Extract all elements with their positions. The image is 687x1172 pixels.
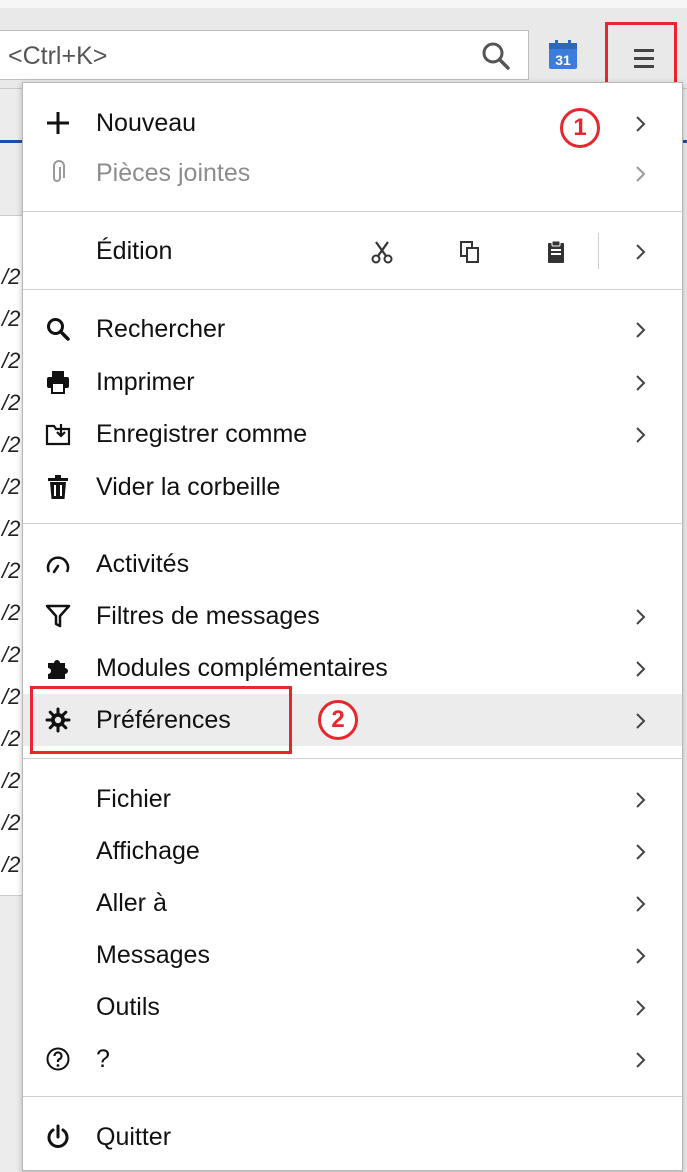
date-fragment: /2 [2, 306, 21, 331]
edit-divider [598, 233, 599, 269]
chevron-right-icon [636, 792, 646, 808]
menu-item-label: ? [96, 1045, 110, 1073]
power-icon [47, 1124, 69, 1148]
date-fragment: /2 [2, 684, 21, 709]
menu-separator [23, 1096, 682, 1097]
tab-indicator-line [0, 140, 22, 143]
date-fragment: /2 [2, 516, 21, 541]
save-as-icon [45, 424, 71, 446]
menu-item-label: Messages [96, 941, 210, 969]
cut-icon[interactable] [369, 239, 395, 265]
chevron-right-icon [636, 713, 646, 729]
menu-item-view[interactable]: Affichage [23, 825, 682, 877]
menu-item-save-as[interactable]: Enregistrer comme [23, 408, 682, 460]
menu-separator [23, 758, 682, 759]
paste-icon[interactable] [543, 239, 569, 265]
plus-icon [47, 112, 69, 134]
menu-item-file[interactable]: Fichier [23, 773, 682, 825]
trash-icon [48, 475, 68, 499]
menu-item-label: Rechercher [96, 315, 226, 343]
copy-icon[interactable] [457, 239, 483, 265]
chevron-right-icon [636, 844, 646, 860]
chevron-right-icon [636, 896, 646, 912]
menu-item-label: Pièces jointes [96, 159, 251, 187]
chevron-right-icon [636, 116, 646, 132]
menu-item-print[interactable]: Imprimer [23, 356, 682, 408]
calendar-day: 31 [555, 52, 571, 68]
menu-item-label: Préférences [96, 706, 231, 734]
folder-pane-fragment [0, 895, 22, 1172]
search-icon[interactable] [480, 40, 512, 72]
calendar-icon[interactable]: 31 [546, 38, 580, 72]
menu-item-go[interactable]: Aller à [23, 877, 682, 929]
menu-item-label: Fichier [96, 785, 172, 813]
menu-item-label: Imprimer [96, 368, 195, 396]
menu-item-label: Enregistrer comme [96, 420, 308, 448]
chevron-right-icon [636, 661, 646, 677]
help-circle-icon [46, 1047, 70, 1071]
date-fragment: /2 [2, 390, 21, 415]
chevron-right-icon [636, 1000, 646, 1016]
menu-item-label: Activités [96, 550, 190, 578]
menu-item-search[interactable]: Rechercher [23, 303, 682, 355]
menu-item-label: Aller à [96, 889, 167, 917]
menu-item-message-filters[interactable]: Filtres de messages [23, 590, 682, 642]
menu-item-empty-trash[interactable]: Vider la corbeille [23, 461, 682, 513]
chevron-right-icon [636, 166, 646, 182]
menu-separator [23, 211, 682, 212]
puzzle-piece-icon [48, 660, 68, 679]
date-fragment: /2 [2, 474, 21, 499]
menu-item-activities[interactable]: Activités [23, 538, 682, 590]
toolbar: 31 [0, 0, 687, 94]
date-fragment: /2 [2, 726, 21, 751]
paperclip-icon [53, 160, 65, 182]
menu-item-addons[interactable]: Modules complémentaires [23, 642, 682, 694]
chevron-right-icon [636, 1052, 646, 1068]
filter-icon [45, 604, 71, 628]
menu-item-help[interactable]: ? [23, 1033, 682, 1085]
chevron-right-icon [636, 322, 646, 338]
menu-item-label: Vider la corbeille [96, 473, 281, 501]
chevron-right-icon [636, 948, 646, 964]
search-input[interactable] [6, 39, 470, 73]
step-1-badge: 1 [560, 108, 600, 148]
chevron-right-icon [636, 609, 646, 625]
menu-item-label: Nouveau [96, 109, 197, 137]
menu-item-label: Édition [96, 237, 173, 265]
date-fragment: /2 [2, 600, 21, 625]
menu-item-label: Modules complémentaires [96, 654, 388, 682]
menu-item-edit[interactable]: Édition [23, 225, 682, 277]
menu-item-tools[interactable]: Outils [23, 981, 682, 1033]
menu-item-quit[interactable]: Quitter [23, 1111, 682, 1163]
chevron-right-icon [636, 244, 646, 260]
date-fragment: /2 [2, 768, 21, 793]
date-fragment: /2 [2, 642, 21, 667]
menu-item-label: Affichage [96, 837, 200, 865]
menu-item-label: Quitter [96, 1123, 172, 1151]
date-fragment: /2 [2, 432, 21, 457]
menu-item-attachments: Pièces jointes [23, 147, 682, 199]
date-fragment: /2 [2, 348, 21, 373]
chevron-right-icon [636, 375, 646, 391]
step-2-badge: 2 [318, 700, 358, 740]
printer-icon [47, 371, 69, 394]
hamburger-menu-icon [634, 49, 654, 68]
menu-item-messages[interactable]: Messages [23, 929, 682, 981]
date-fragment: /2 [2, 810, 21, 835]
menu-separator [23, 523, 682, 524]
menu-item-label: Filtres de messages [96, 602, 320, 630]
gear-icon [45, 707, 71, 733]
date-fragment: /2 [2, 264, 21, 289]
search-box[interactable] [0, 30, 529, 80]
toolbar-top-strip [0, 0, 687, 8]
menu-separator [23, 289, 682, 290]
date-fragment: /2 [2, 852, 21, 877]
chevron-right-icon [636, 427, 646, 443]
gauge-icon [46, 556, 70, 574]
date-fragment: /2 [2, 558, 21, 583]
app-menu-popup: Nouveau Pièces jointes Édition Recherche… [22, 82, 683, 1171]
menu-item-label: Outils [96, 993, 160, 1021]
search-icon [47, 318, 70, 341]
message-list-fragment: /2 /2 /2 /2 /2 /2 /2 /2 /2 /2 /2 /2 /2 /… [0, 215, 22, 896]
